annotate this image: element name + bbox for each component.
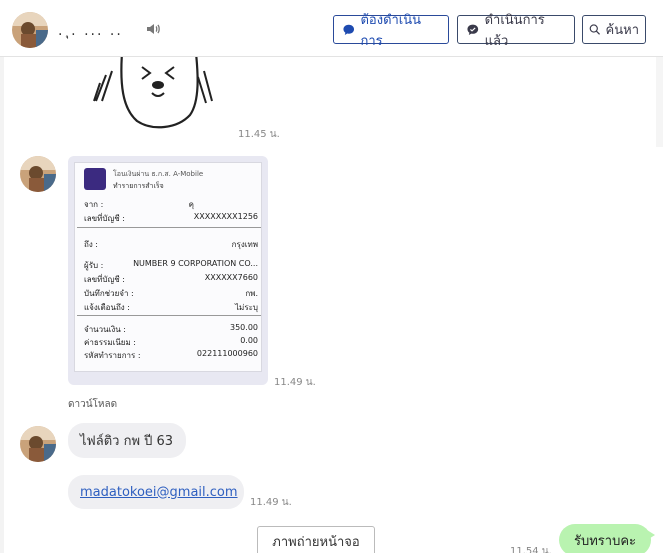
search-icon — [589, 24, 600, 35]
receipt-row: เลขที่บัญชี : XXXXXX7660 — [84, 273, 258, 286]
receipt-value: 022111000960 — [196, 349, 258, 358]
message-text: ไฟล์ติว กพ ปี 63 — [80, 434, 174, 449]
receipt-row: ถึง : กรุงเทพ — [84, 238, 258, 251]
incoming-message-bubble[interactable]: ไฟล์ติว กพ ปี 63 — [68, 423, 186, 458]
receipt-value: 0.00 — [240, 336, 258, 345]
receipt-value: กพ. — [245, 289, 258, 298]
download-link[interactable]: ดาวน์โหลด — [68, 397, 117, 412]
incoming-message-bubble[interactable]: madatokoei@gmail.com — [68, 475, 244, 509]
message-time: 11.54 น. — [510, 546, 552, 553]
receipt-label: จาก : — [84, 200, 104, 209]
left-gutter — [0, 57, 4, 553]
sender-avatar[interactable] — [20, 426, 56, 462]
transfer-receipt: โอนเงินผ่าน ธ.ก.ส. A-Mobile ทำรายการสำเร… — [74, 162, 262, 372]
todo-button-label: ต้องดำเนินการ — [360, 12, 422, 49]
outgoing-message-bubble[interactable]: รับทราบคะ — [559, 524, 655, 553]
receipt-label: ผู้รับ : — [84, 261, 104, 270]
message-time: 11.45 น. — [238, 129, 280, 140]
email-link[interactable]: madatokoei@gmail.com — [80, 485, 238, 500]
receipt-value: XXXXXXXX1256 — [193, 212, 258, 221]
receipt-label: บันทึกช่วยจำ : — [84, 289, 134, 298]
receipt-row: เลขที่บัญชี : XXXXXXXX1256 — [84, 212, 258, 225]
contact-name: . ุ. ... .. — [58, 23, 123, 39]
receipt-row: รหัสทำรายการ : 022111000960 — [84, 349, 258, 362]
receipt-label: เลขที่บัญชี : — [84, 214, 125, 223]
receipt-image-card[interactable]: โอนเงินผ่าน ธ.ก.ส. A-Mobile ทำรายการสำเร… — [68, 156, 268, 385]
contact-avatar[interactable] — [12, 12, 48, 48]
search-button-label: ค้นหา — [605, 23, 639, 38]
screenshot-button[interactable]: ภาพถ่ายหน้าจอ — [257, 526, 375, 553]
receipt-label: จำนวนเงิน : — [84, 325, 126, 334]
receipt-label: ค่าธรรมเนียม : — [84, 338, 136, 347]
chat-header: . ุ. ... .. ต้องดำเนินการ ดำเนินการแล้ว … — [0, 0, 663, 57]
done-button[interactable]: ดำเนินการแล้ว — [457, 13, 575, 49]
receipt-row: ผู้รับ : NUMBER 9 CORPORATION CO... — [84, 259, 258, 272]
speaker-icon[interactable] — [145, 21, 161, 37]
todo-bubble-icon — [343, 24, 355, 35]
message-time: 11.49 น. — [250, 497, 292, 508]
receipt-row: บันทึกช่วยจำ : กพ. — [84, 287, 258, 300]
receipt-value: กรุงเทพ — [231, 240, 258, 249]
receipt-divider — [77, 227, 261, 228]
sticker-image[interactable] — [92, 57, 214, 131]
scrollbar-track[interactable] — [656, 57, 663, 147]
message-text: รับทราบคะ — [573, 533, 637, 549]
receipt-row: จำนวนเงิน : 350.00 — [84, 323, 258, 336]
receipt-label: ถึง : — [84, 240, 98, 249]
receipt-title: โอนเงินผ่าน ธ.ก.ส. A-Mobile — [113, 170, 204, 178]
sender-avatar[interactable] — [20, 156, 56, 192]
receipt-value: 350.00 — [230, 323, 258, 332]
bank-logo-icon — [84, 168, 106, 190]
receipt-row: แจ้งเตือนถึง : ไม่ระบุ — [84, 301, 258, 314]
receipt-label: รหัสทำรายการ : — [84, 351, 141, 360]
receipt-value: ไม่ระบุ — [235, 303, 258, 312]
receipt-value: คุ — [188, 200, 194, 209]
chat-area[interactable]: 11.45 น. โอนเงินผ่าน ธ.ก.ส. A-Mobile ทำร… — [0, 57, 663, 553]
done-button-label: ดำเนินการแล้ว — [484, 12, 545, 49]
message-time: 11.49 น. — [274, 377, 316, 388]
chat-check-icon — [467, 24, 479, 35]
receipt-divider — [77, 315, 261, 316]
receipt-row: ค่าธรรมเนียม : 0.00 — [84, 336, 258, 349]
todo-button[interactable]: ต้องดำเนินการ — [333, 13, 449, 49]
receipt-subtitle: ทำรายการสำเร็จ — [113, 182, 164, 190]
receipt-value: XXXXXX7660 — [204, 273, 258, 282]
receipt-label: แจ้งเตือนถึง : — [84, 303, 130, 312]
search-button[interactable]: ค้นหา — [582, 15, 646, 44]
receipt-label: เลขที่บัญชี : — [84, 275, 125, 284]
receipt-value: NUMBER 9 CORPORATION CO... — [133, 259, 258, 268]
receipt-row: จาก : คุ — [84, 198, 258, 211]
